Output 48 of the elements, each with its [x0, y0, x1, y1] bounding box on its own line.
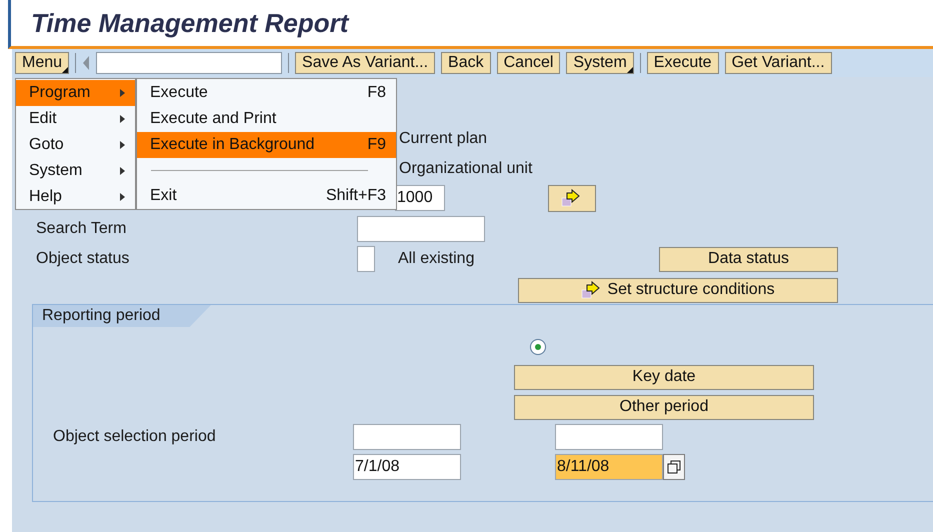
toolbar-button[interactable]: Cancel	[496, 52, 560, 74]
field-label: Organizational unit	[399, 160, 534, 178]
overlapping-squares-icon	[667, 460, 681, 474]
calendar-button[interactable]	[663, 454, 685, 480]
menu-item[interactable]: Execute in Background F9	[137, 132, 396, 158]
date-field[interactable]	[555, 424, 663, 450]
back-arrow-icon[interactable]	[82, 55, 90, 71]
dropdown-corner-icon	[62, 67, 68, 73]
menu-item[interactable]: Program	[16, 80, 135, 106]
toolbar-button[interactable]: Get Variant...	[724, 52, 832, 74]
dropdown-corner-icon	[626, 67, 633, 73]
data-status-button[interactable]: Data status	[659, 246, 838, 272]
toolbar-button[interactable]: System	[566, 52, 634, 74]
toolbar-button[interactable]: Menu	[15, 52, 70, 74]
menu-item[interactable]: System	[16, 158, 135, 184]
submenu-arrow-icon	[120, 167, 125, 175]
menu-item[interactable]: Execute and Print	[137, 106, 396, 132]
object-status-checkbox[interactable]	[357, 246, 375, 272]
field-label: Object status	[36, 250, 130, 268]
menu-item[interactable]: Exit Shift+F3	[137, 183, 396, 209]
search-term-field[interactable]	[357, 216, 485, 242]
toolbar-button[interactable]: Execute	[646, 52, 719, 74]
field-label: Current plan	[399, 130, 488, 148]
other-period-button[interactable]: Other period	[514, 394, 814, 420]
checkbox-label: All existing	[398, 250, 476, 268]
key-date-button[interactable]: Key date	[514, 364, 814, 390]
submenu-arrow-icon	[120, 141, 125, 149]
field-label: Search Term	[36, 220, 128, 238]
arrow-button[interactable]	[548, 184, 596, 212]
object-id-field[interactable]: 1000	[395, 185, 445, 211]
toolbar-button[interactable]: Back	[441, 52, 491, 74]
date-field[interactable]: 8/11/08	[555, 454, 663, 480]
menu-item[interactable]: Goto	[16, 132, 135, 158]
window-title: Time Management Report	[31, 8, 348, 38]
toolbar-button[interactable]: Save As Variant...	[295, 52, 436, 74]
menu-item[interactable]: Execute F8	[137, 80, 396, 106]
menu-item[interactable]: Help	[16, 184, 135, 210]
date-field[interactable]	[353, 424, 461, 450]
submenu-arrow-icon	[120, 89, 125, 97]
field-label: Object selection period	[53, 428, 217, 446]
command-field[interactable]	[96, 52, 282, 74]
submenu-arrow-icon	[120, 193, 125, 201]
set-structure-conditions-button[interactable]: Set structure conditions	[518, 278, 838, 302]
submenu-arrow-icon	[120, 115, 125, 123]
date-field[interactable]: 7/1/08	[353, 454, 461, 480]
menu-item[interactable]: Edit	[16, 106, 135, 132]
group-title: Reporting period	[33, 305, 211, 327]
radio-button[interactable]	[530, 339, 546, 355]
